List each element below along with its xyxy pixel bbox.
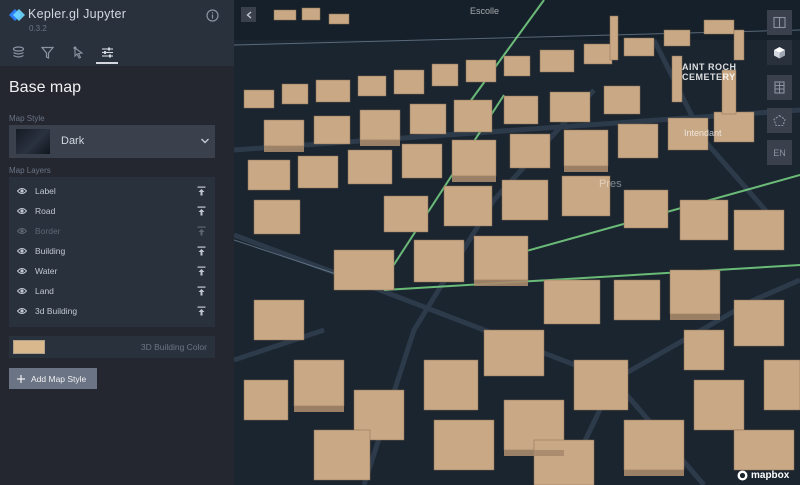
split-map-icon [773,16,786,29]
mapbox-attribution[interactable]: mapbox [737,470,789,481]
map-label-cemetery: AINT ROCH CEMETERY [682,62,737,82]
legend-icon [774,81,785,94]
move-to-top-icon[interactable] [197,266,206,276]
tab-layers[interactable] [7,40,29,64]
move-to-top-icon[interactable] [197,226,206,236]
map-style-label: Map Style [9,114,45,123]
map-layer-row[interactable]: Label [9,181,215,201]
layers-icon [12,45,24,58]
eye-icon[interactable] [17,307,27,315]
map-label-top: Escolle [470,6,500,16]
map-layer-row[interactable]: Water [9,261,215,281]
map-layers-label: Map Layers [9,166,51,175]
map-label-intendant: Intendant [684,128,722,138]
map-layer-label: Water [35,266,58,276]
move-to-top-icon[interactable] [197,246,206,256]
map-layer-row[interactable]: 3d Building [9,301,215,321]
locale-button[interactable]: EN [767,140,792,165]
map-layer-row[interactable]: Road [9,201,215,221]
move-to-top-icon[interactable] [197,286,206,296]
app-title: Kepler.gl Jupyter [28,7,127,21]
plus-icon [17,374,25,383]
map-style-select[interactable]: Dark [9,125,215,158]
move-to-top-icon[interactable] [197,206,206,216]
move-to-top-icon[interactable] [197,186,206,196]
sliders-icon [101,47,113,57]
cube-3d-icon [774,47,785,59]
draw-polygon-button[interactable] [767,108,792,133]
mapbox-wordmark: mapbox [751,470,790,481]
chevron-left-icon [245,10,251,19]
split-map-button[interactable] [767,10,792,35]
tab-basemap[interactable] [96,40,118,64]
mapbox-logo-icon [737,470,748,481]
map-legend-button[interactable] [767,75,792,100]
map-layer-row[interactable]: Border [9,221,215,241]
move-to-top-icon[interactable] [197,306,206,316]
panel-header: Kepler.gl Jupyter 0.3.2 [0,0,234,66]
eye-icon[interactable] [17,227,27,235]
map-layer-label: Building [35,246,66,256]
kepler-logo-icon [9,9,25,21]
map-layer-label: Label [35,186,56,196]
map-layer-row[interactable]: Land [9,281,215,301]
side-panel: Kepler.gl Jupyter 0.3.2 Base map Map Sty… [0,0,234,485]
info-icon[interactable] [206,9,219,22]
map-layer-label: Border [35,226,61,236]
eye-icon[interactable] [17,187,27,195]
cursor-icon [73,46,83,59]
section-title: Base map [9,79,82,96]
eye-icon[interactable] [17,207,27,215]
polygon-draw-icon [773,114,786,127]
tab-interactions[interactable] [67,40,89,64]
eye-icon[interactable] [17,267,27,275]
app-version: 0.3.2 [29,24,47,33]
map-layer-label: 3d Building [35,306,78,316]
eye-icon[interactable] [17,247,27,255]
map-layers-list: Label Road Border Building Water Land 3d Build… [9,177,215,327]
collapse-panel-button[interactable] [241,7,256,22]
toggle-3d-button[interactable] [767,40,792,65]
map-layer-row[interactable]: Building [9,241,215,261]
building-color-row: 3D Building Color [9,336,215,358]
map-layer-label: Land [35,286,54,296]
map-style-value: Dark [61,135,85,147]
add-map-style-label: Add Map Style [31,373,87,384]
building-color-swatch[interactable] [13,340,45,354]
map-style-thumbnail [16,129,50,154]
chevron-down-icon [201,138,209,144]
map-label-street: Pres [599,178,622,190]
building-color-label: 3D Building Color [140,342,207,352]
eye-icon[interactable] [17,287,27,295]
map-layer-label: Road [35,206,56,216]
filter-icon [40,46,54,59]
add-map-style-button[interactable]: Add Map Style [9,368,97,389]
tab-filters[interactable] [36,40,58,64]
